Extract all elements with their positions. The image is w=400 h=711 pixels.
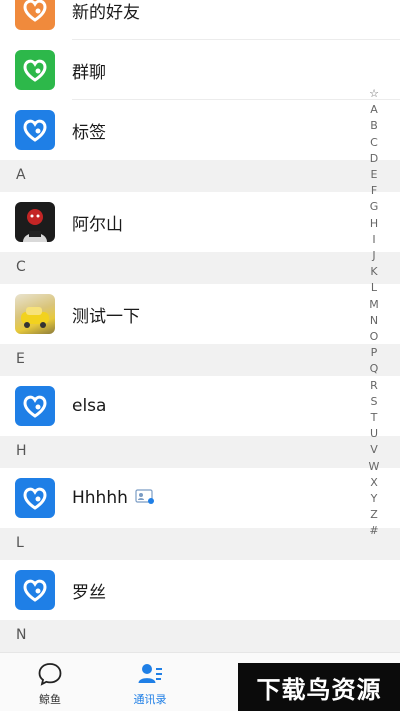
contact-avatar <box>15 386 55 426</box>
contact-avatar <box>15 294 55 334</box>
section-letter: N <box>16 627 27 643</box>
section-letter: C <box>16 259 26 275</box>
index-letter[interactable]: G <box>370 199 379 215</box>
watermark-logo: 下载鸟资源 <box>238 663 400 711</box>
index-letter[interactable]: J <box>372 248 375 264</box>
index-letter[interactable]: S <box>371 394 378 410</box>
section-letter: E <box>16 351 25 367</box>
contacts-icon <box>138 664 162 683</box>
tab-chat-label: 鲸鱼 <box>39 693 61 706</box>
new-friends-avatar <box>15 0 55 30</box>
contact-name: 阿尔山 <box>72 214 123 235</box>
app-logo-icon <box>23 119 47 142</box>
contact-name: elsa <box>72 396 107 416</box>
car-photo-icon <box>21 307 49 328</box>
new-friends-row[interactable]: 新的好友 <box>0 0 400 40</box>
contact-row[interactable]: 测试一下 <box>0 284 400 344</box>
app-logo-icon <box>23 395 47 418</box>
index-letter[interactable]: E <box>371 167 378 183</box>
index-letter[interactable]: R <box>370 378 378 394</box>
contact-name-text: Hhhhh <box>72 488 128 508</box>
group-chat-row[interactable]: 群聊 <box>0 40 400 100</box>
index-letter[interactable]: P <box>371 345 378 361</box>
tab-contacts-label: 通讯录 <box>133 693 167 706</box>
index-letter[interactable]: Y <box>371 491 378 507</box>
section-header-h: H <box>0 436 400 468</box>
index-letter[interactable]: W <box>369 459 380 475</box>
app-logo-icon <box>23 59 47 82</box>
new-friends-label: 新的好友 <box>72 2 140 23</box>
tags-row[interactable]: 标签 <box>0 100 400 160</box>
section-header-l: L <box>0 528 400 560</box>
index-letter[interactable]: X <box>370 475 378 491</box>
contact-name: Hhhhh <box>72 488 155 508</box>
app-logo-icon <box>23 579 47 602</box>
index-letter[interactable]: H <box>370 216 378 232</box>
index-letter[interactable]: Z <box>370 507 378 523</box>
index-letter[interactable]: ☆ <box>369 86 379 102</box>
section-header-a: A <box>0 160 400 192</box>
index-letter[interactable]: K <box>370 264 377 280</box>
contact-list[interactable]: 新的好友 群聊 标签 A 阿尔山 C 测试一下 E elsa H Hhhhh L… <box>0 0 400 652</box>
section-header-n: N <box>0 620 400 652</box>
index-letter[interactable]: N <box>370 313 378 329</box>
contact-avatar <box>15 570 55 610</box>
contact-name: 测试一下 <box>72 306 140 327</box>
section-header-e: E <box>0 344 400 376</box>
index-letter[interactable]: B <box>370 118 378 134</box>
section-letter: A <box>16 167 26 183</box>
group-chat-avatar <box>15 50 55 90</box>
tab-contacts[interactable]: 通讯录 <box>128 653 172 711</box>
contact-name: 罗丝 <box>72 582 106 603</box>
contact-row[interactable]: 阿尔山 <box>0 192 400 252</box>
index-letter[interactable]: T <box>371 410 378 426</box>
contact-row[interactable]: 罗丝 <box>0 560 400 620</box>
index-letter[interactable]: O <box>370 329 379 345</box>
index-letter[interactable]: F <box>371 183 377 199</box>
index-letter[interactable]: V <box>370 442 378 458</box>
section-header-c: C <box>0 252 400 284</box>
contact-avatar <box>15 202 55 242</box>
contact-row[interactable]: Hhhhh <box>0 468 400 528</box>
section-letter: L <box>16 535 24 551</box>
app-logo-icon <box>23 487 47 510</box>
chat-bubble-icon <box>38 663 62 686</box>
app-logo-icon <box>23 0 47 22</box>
index-letter[interactable]: C <box>370 135 378 151</box>
index-letter[interactable]: A <box>370 102 378 118</box>
index-letter[interactable]: I <box>372 232 375 248</box>
tags-avatar <box>15 110 55 150</box>
index-letter[interactable]: L <box>371 280 377 296</box>
tab-chat[interactable]: 鲸鱼 <box>30 653 70 711</box>
alphabet-index[interactable]: ☆ A B C D E F G H I J K L M N O P Q R S T U V W X Y Z # <box>368 86 380 540</box>
contact-avatar <box>15 478 55 518</box>
index-letter[interactable]: M <box>369 297 379 313</box>
index-letter[interactable]: # <box>369 523 378 539</box>
tags-label: 标签 <box>72 122 106 143</box>
index-letter[interactable]: D <box>370 151 378 167</box>
id-card-icon <box>135 489 155 504</box>
person-photo-icon <box>23 209 47 242</box>
index-letter[interactable]: U <box>370 426 378 442</box>
contact-row[interactable]: elsa <box>0 376 400 436</box>
index-letter[interactable]: Q <box>370 361 379 377</box>
section-letter: H <box>16 443 27 459</box>
group-chat-label: 群聊 <box>72 62 106 83</box>
watermark-text: 下载鸟资源 <box>256 675 382 704</box>
